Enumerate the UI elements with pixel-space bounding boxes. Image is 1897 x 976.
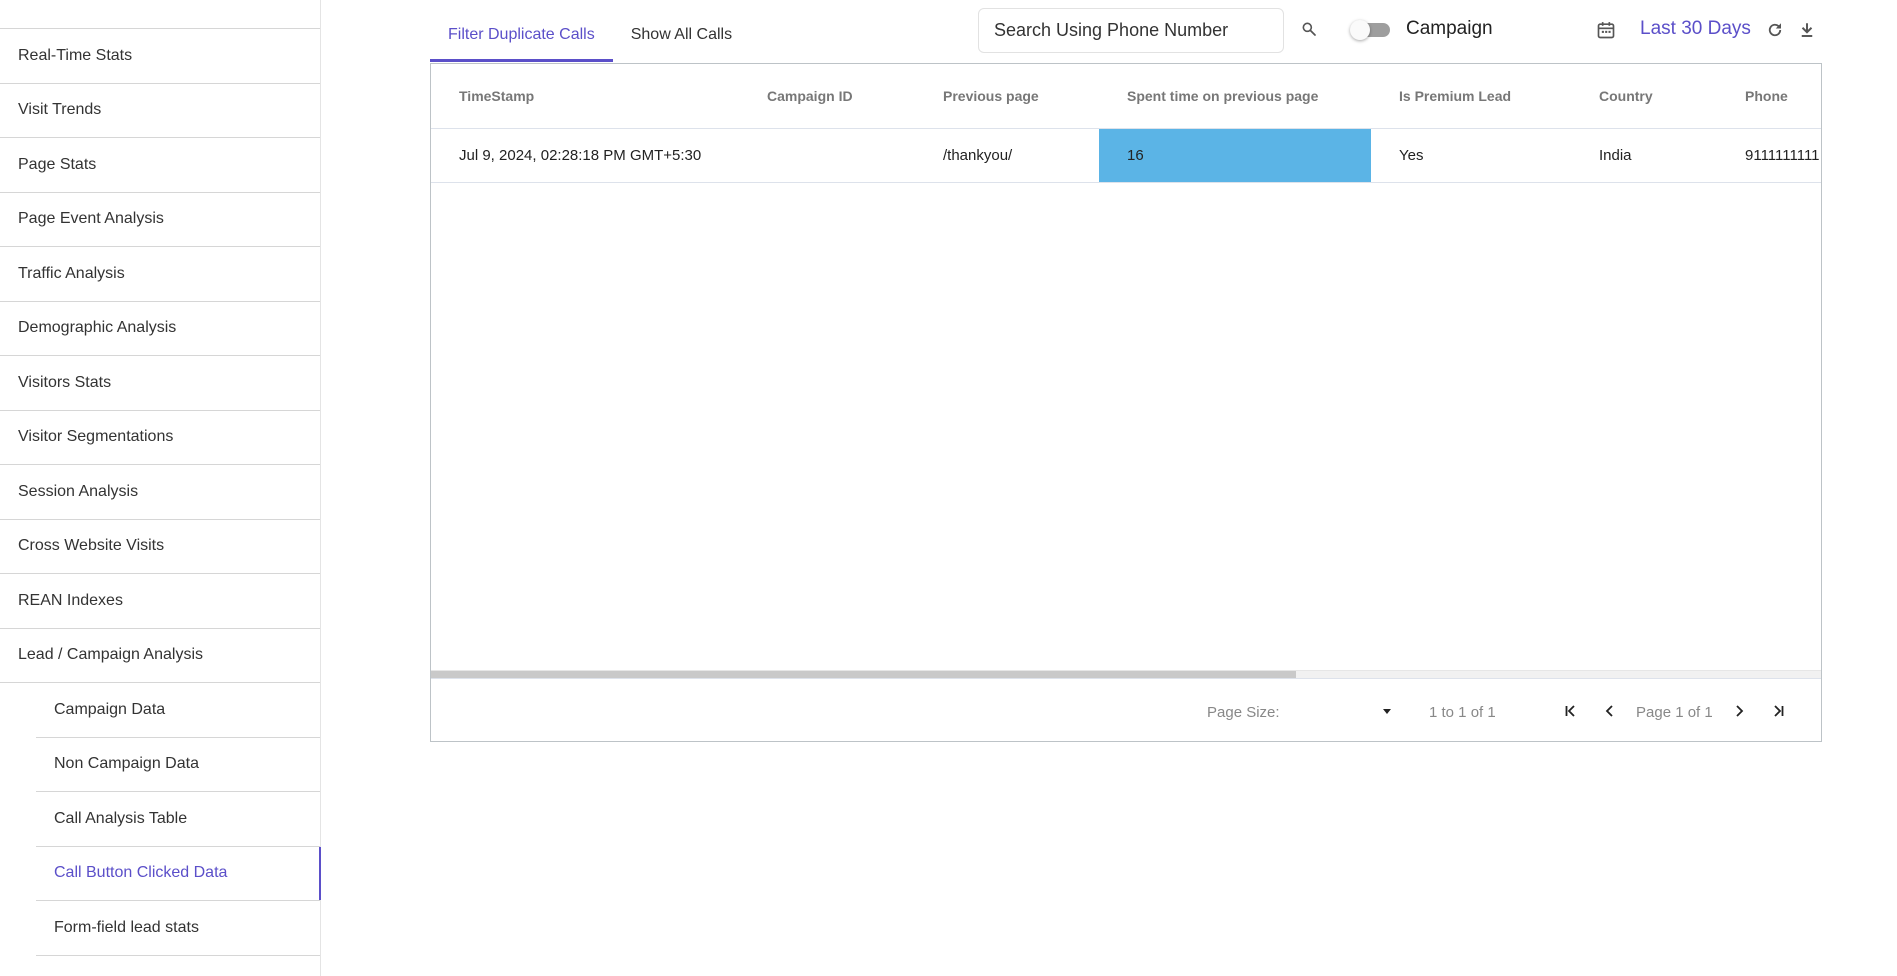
cell-campaign-id[interactable]: [739, 129, 915, 182]
column-header-campaign-id[interactable]: Campaign ID: [739, 64, 915, 128]
sidebar-top-divider: [0, 0, 320, 29]
sidebar-item-label: Demographic Analysis: [18, 319, 177, 337]
sidebar-item-visit-trends[interactable]: Visit Trends: [0, 84, 320, 138]
caret-down-icon: [1383, 709, 1391, 714]
sidebar-item-traffic-analysis[interactable]: Traffic Analysis: [0, 247, 320, 302]
toggle-thumb: [1350, 20, 1370, 40]
sidebar-item-page-event-analysis[interactable]: Page Event Analysis: [0, 193, 320, 247]
column-header-spent-time[interactable]: Spent time on previous page: [1099, 64, 1371, 128]
date-range-button[interactable]: Last 30 Days: [1640, 18, 1751, 40]
sidebar-item-label: Visitor Segmentations: [18, 428, 174, 446]
cell-country[interactable]: India: [1571, 129, 1717, 182]
campaign-toggle[interactable]: [1350, 20, 1392, 40]
sidebar-item-visitor-segmentations[interactable]: Visitor Segmentations: [0, 411, 320, 465]
sidebar-item-label: Campaign Data: [54, 700, 166, 718]
cell-timestamp[interactable]: Jul 9, 2024, 02:28:18 PM GMT+5:30: [431, 129, 739, 182]
calendar-icon[interactable]: [1594, 18, 1618, 42]
sidebar-item-page-stats[interactable]: Page Stats: [0, 138, 320, 193]
sidebar-item-label: Visitors Stats: [18, 373, 112, 391]
sidebar-item-demographic-analysis[interactable]: Demographic Analysis: [0, 302, 320, 356]
page-size-label: Page Size:: [1207, 704, 1280, 721]
sidebar-item-lead-campaign-analysis[interactable]: Lead / Campaign Analysis: [0, 629, 320, 683]
cell-is-premium-lead[interactable]: Yes: [1371, 129, 1571, 182]
column-header-previous-page[interactable]: Previous page: [915, 64, 1099, 128]
pagination-panel: Page Size: 1 to 1 of 1 Page 1 of 1: [431, 678, 1821, 741]
phone-search-box: [978, 8, 1284, 53]
sidebar-subitem-form-field-lead-stats[interactable]: Form-field lead stats: [36, 901, 320, 956]
call-filter-tabs: Filter Duplicate Calls Show All Calls: [430, 14, 750, 62]
phone-search-input[interactable]: [979, 9, 1283, 52]
sidebar-item-label: Page Stats: [18, 155, 97, 173]
sidebar-item-label: Real-Time Stats: [18, 46, 133, 64]
sidebar-item-real-time-stats[interactable]: Real-Time Stats: [0, 29, 320, 84]
sidebar-item-label: Non Campaign Data: [54, 755, 199, 773]
call-data-grid: TimeStamp Campaign ID Previous page Spen…: [430, 63, 1822, 742]
next-page-icon[interactable]: [1729, 701, 1749, 721]
first-page-icon[interactable]: [1561, 701, 1581, 721]
sidebar-subitem-non-campaign-data[interactable]: Non Campaign Data: [36, 738, 320, 792]
table-row: Jul 9, 2024, 02:28:18 PM GMT+5:30 /thank…: [431, 129, 1821, 183]
tab-filter-duplicate-calls[interactable]: Filter Duplicate Calls: [430, 14, 613, 62]
sidebar-item-label: Visit Trends: [18, 101, 102, 119]
page-size-select[interactable]: [1301, 701, 1395, 723]
campaign-toggle-label: Campaign: [1406, 18, 1493, 39]
sidebar-item-label: Form-field lead stats: [54, 918, 199, 936]
table-header-row: TimeStamp Campaign ID Previous page Spen…: [431, 64, 1821, 129]
row-count-summary: 1 to 1 of 1: [1429, 704, 1496, 721]
column-header-phone[interactable]: Phone: [1717, 64, 1821, 128]
last-page-icon[interactable]: [1768, 701, 1788, 721]
previous-page-icon[interactable]: [1600, 701, 1620, 721]
scrollbar-thumb[interactable]: [431, 671, 1296, 678]
sidebar-item-label: Call Analysis Table: [54, 809, 188, 827]
sidebar-item-label: Session Analysis: [18, 482, 139, 500]
sidebar-item-label: Cross Website Visits: [18, 537, 165, 555]
sidebar-item-label: REAN Indexes: [18, 591, 123, 609]
sidebar-item-visitors-stats[interactable]: Visitors Stats: [0, 356, 320, 411]
cell-spent-time[interactable]: 16: [1099, 129, 1371, 182]
sidebar: Real-Time Stats Visit Trends Page Stats …: [0, 0, 321, 976]
horizontal-scrollbar[interactable]: [431, 670, 1821, 678]
download-icon[interactable]: [1796, 19, 1818, 41]
sidebar-item-session-analysis[interactable]: Session Analysis: [0, 465, 320, 520]
column-header-timestamp[interactable]: TimeStamp: [431, 64, 739, 128]
sidebar-item-label: Traffic Analysis: [18, 264, 125, 282]
tab-show-all-calls[interactable]: Show All Calls: [613, 14, 750, 62]
cell-previous-page[interactable]: /thankyou/: [915, 129, 1099, 182]
column-header-is-premium-lead[interactable]: Is Premium Lead: [1371, 64, 1571, 128]
search-icon[interactable]: [1298, 16, 1320, 42]
sidebar-item-rean-indexes[interactable]: REAN Indexes: [0, 574, 320, 629]
sidebar-item-cross-website-visits[interactable]: Cross Website Visits: [0, 520, 320, 574]
sidebar-item-label: Page Event Analysis: [18, 210, 164, 228]
sidebar-subitem-campaign-data[interactable]: Campaign Data: [36, 683, 320, 738]
refresh-icon[interactable]: [1764, 19, 1786, 41]
column-header-country[interactable]: Country: [1571, 64, 1717, 128]
page-indicator: Page 1 of 1: [1636, 704, 1713, 721]
cell-phone[interactable]: 9111111111: [1717, 129, 1821, 182]
sidebar-subitem-call-analysis-table[interactable]: Call Analysis Table: [36, 792, 320, 847]
sidebar-item-label: Call Button Clicked Data: [54, 864, 228, 882]
sidebar-subitem-call-button-clicked-data[interactable]: Call Button Clicked Data: [36, 846, 321, 901]
sidebar-item-label: Lead / Campaign Analysis: [18, 646, 203, 664]
